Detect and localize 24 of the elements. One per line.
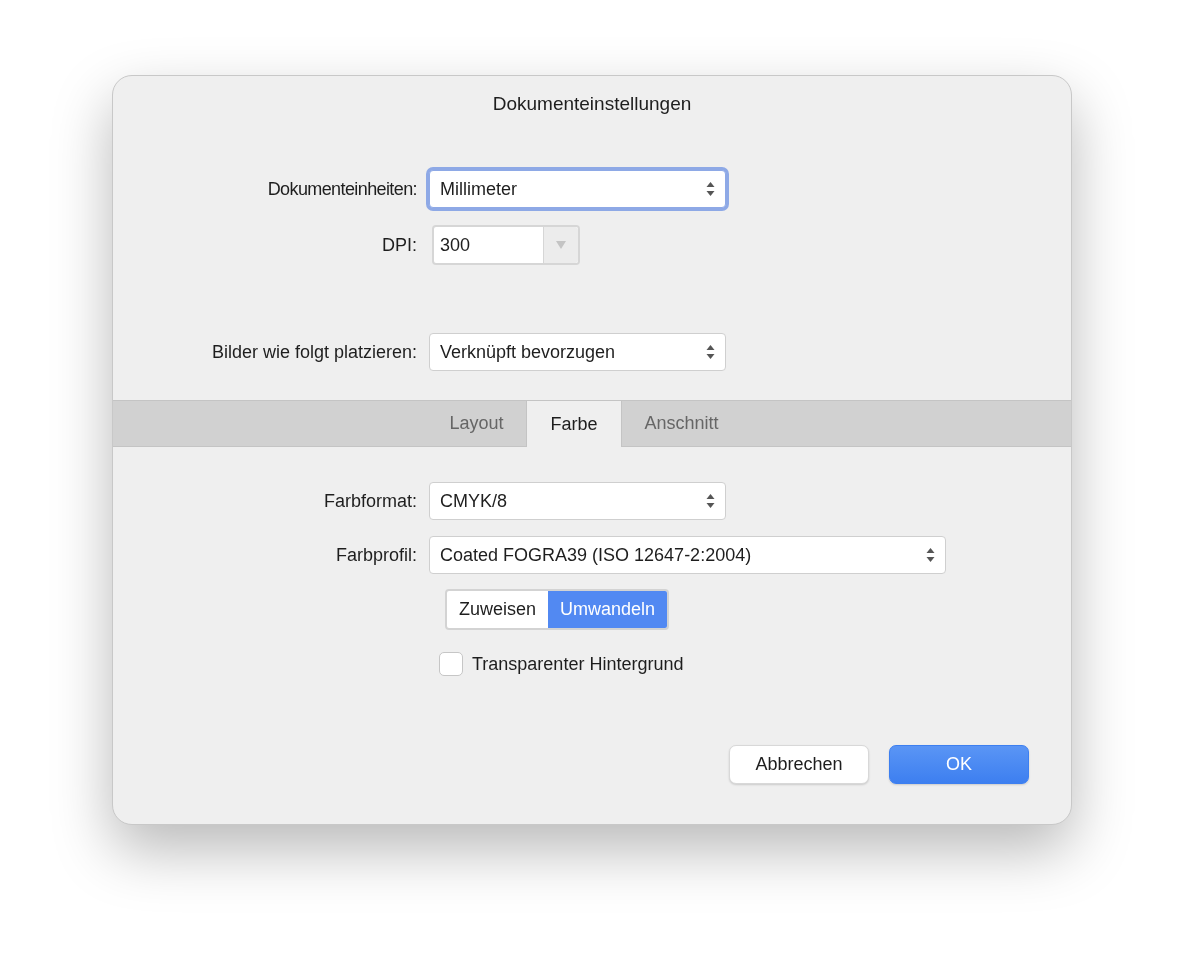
field-label: Farbformat: bbox=[323, 490, 418, 512]
up-down-arrows-icon bbox=[926, 547, 935, 563]
tab[interactable]: Anschnitt bbox=[621, 401, 742, 446]
field-label: Dokumenteinheiten: bbox=[267, 178, 418, 200]
down-triangle-icon bbox=[555, 240, 567, 250]
checkbox[interactable] bbox=[439, 652, 463, 676]
up-down-arrows-icon bbox=[706, 344, 715, 360]
dropdown[interactable]: Verknüpft bevorzugen bbox=[429, 333, 726, 371]
dropdown[interactable]: Millimeter bbox=[429, 170, 726, 208]
field-label: Farbprofil: bbox=[335, 544, 418, 566]
cancel-button[interactable]: Abbrechen bbox=[729, 745, 869, 784]
window-title: Dokumenteinstellungen bbox=[492, 92, 692, 116]
tab[interactable]: Farbe bbox=[526, 401, 622, 447]
checkbox-label: Transparenter Hintergrund bbox=[471, 653, 685, 675]
up-down-arrows-icon bbox=[706, 181, 715, 197]
field-label: Bilder wie folgt platzieren: bbox=[211, 341, 418, 363]
dropdown-button[interactable] bbox=[543, 227, 578, 263]
dropdown[interactable]: Coated FOGRA39 (ISO 12647-2:2004) bbox=[429, 536, 946, 574]
dropdown[interactable]: CMYK/8 bbox=[429, 482, 726, 520]
combo-box[interactable]: 300 bbox=[432, 225, 580, 265]
field-label: DPI: bbox=[382, 234, 418, 256]
segment[interactable]: Zuweisen bbox=[447, 591, 549, 628]
tab[interactable]: Layout bbox=[426, 401, 527, 446]
up-down-arrows-icon bbox=[706, 493, 715, 509]
